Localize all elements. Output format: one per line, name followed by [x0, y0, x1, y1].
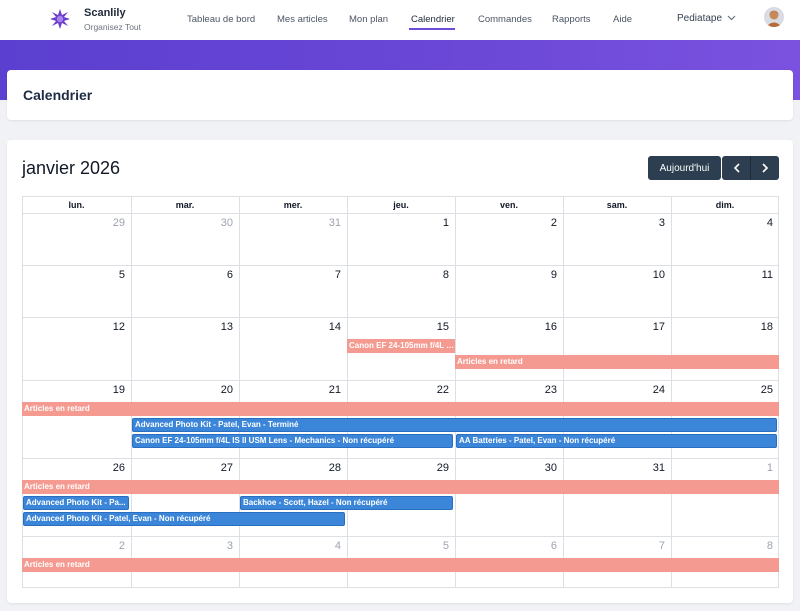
day-number[interactable]: 12: [95, 321, 125, 333]
weekday-header: sam.: [606, 199, 628, 210]
day-number[interactable]: 14: [311, 321, 341, 333]
day-number[interactable]: 1: [419, 217, 449, 229]
nav-calendar[interactable]: Calendrier: [411, 14, 455, 25]
chevron-down-icon: [727, 15, 736, 21]
day-number[interactable]: 16: [527, 321, 557, 333]
weekday-header: jeu.: [393, 199, 409, 210]
booking-event[interactable]: Backhoe - Scott, Hazel - Non récupéré: [240, 496, 453, 510]
day-number[interactable]: 8: [419, 269, 449, 281]
day-number[interactable]: 7: [635, 540, 665, 552]
booking-event[interactable]: Canon EF 24-105mm f/4L IS II USM Lens - …: [132, 434, 453, 448]
overdue-event[interactable]: Articles en retard: [22, 558, 779, 572]
day-number[interactable]: 27: [203, 462, 233, 474]
day-number[interactable]: 8: [743, 540, 773, 552]
nav-active-indicator: [409, 28, 455, 30]
day-number[interactable]: 10: [635, 269, 665, 281]
day-number[interactable]: 31: [635, 462, 665, 474]
overdue-event[interactable]: Canon EF 24-105mm f/4L IS II USM Lens - …: [347, 339, 455, 353]
nav-my-plan[interactable]: Mon plan: [349, 14, 388, 25]
day-number[interactable]: 17: [635, 321, 665, 333]
page-title: Calendrier: [23, 87, 93, 103]
brand-tagline: Organisez Tout: [84, 22, 142, 32]
top-navbar: Scanlily Organisez Tout Tableau de bord …: [0, 0, 800, 40]
day-number[interactable]: 21: [311, 384, 341, 396]
account-menu[interactable]: Pediatape: [677, 13, 736, 24]
day-number[interactable]: 6: [527, 540, 557, 552]
day-number[interactable]: 4: [311, 540, 341, 552]
day-number[interactable]: 5: [419, 540, 449, 552]
purple-burst-logo-icon[interactable]: [50, 9, 70, 29]
day-number[interactable]: 2: [95, 540, 125, 552]
booking-event[interactable]: Advanced Photo Kit - Patel, Evan - Termi…: [132, 418, 777, 432]
day-number[interactable]: 20: [203, 384, 233, 396]
overdue-event[interactable]: Articles en retard: [22, 480, 779, 494]
day-number[interactable]: 28: [311, 462, 341, 474]
day-number[interactable]: 23: [527, 384, 557, 396]
calendar-month-title: janvier 2026: [22, 158, 121, 178]
day-number[interactable]: 30: [203, 217, 233, 229]
nav-my-items[interactable]: Mes articles: [277, 14, 328, 25]
day-number[interactable]: 6: [203, 269, 233, 281]
today-button[interactable]: Aujourd'hui: [648, 156, 721, 180]
prev-month-button[interactable]: [722, 156, 751, 180]
day-number[interactable]: 13: [203, 321, 233, 333]
page-header-card: Calendrier: [7, 70, 793, 120]
day-number[interactable]: 5: [95, 269, 125, 281]
chevron-right-icon: [762, 163, 769, 173]
day-number[interactable]: 26: [95, 462, 125, 474]
avatar[interactable]: [764, 7, 784, 27]
nav-help[interactable]: Aide: [613, 14, 632, 25]
day-number[interactable]: 31: [311, 217, 341, 229]
day-number[interactable]: 4: [743, 217, 773, 229]
day-number[interactable]: 24: [635, 384, 665, 396]
day-number[interactable]: 9: [527, 269, 557, 281]
day-number[interactable]: 18: [743, 321, 773, 333]
chevron-left-icon: [733, 163, 740, 173]
booking-event[interactable]: AA Batteries - Patel, Evan - Non récupér…: [456, 434, 777, 448]
overdue-event[interactable]: Articles en retard: [455, 355, 779, 369]
weekday-header: ven.: [499, 199, 518, 210]
booking-event[interactable]: Advanced Photo Kit - Pa...: [23, 496, 129, 510]
day-number[interactable]: 7: [311, 269, 341, 281]
day-number[interactable]: 29: [419, 462, 449, 474]
weekday-header: mer.: [283, 199, 303, 210]
overdue-event[interactable]: Articles en retard: [22, 402, 779, 416]
next-month-button[interactable]: [750, 156, 779, 180]
brand-name[interactable]: Scanlily: [84, 7, 126, 19]
weekday-header: dim.: [715, 199, 735, 210]
day-number[interactable]: 11: [743, 269, 773, 281]
nav-dashboard[interactable]: Tableau de bord: [187, 14, 255, 25]
day-number[interactable]: 30: [527, 462, 557, 474]
day-number[interactable]: 3: [635, 217, 665, 229]
day-number[interactable]: 22: [419, 384, 449, 396]
day-number[interactable]: 2: [527, 217, 557, 229]
day-number[interactable]: 19: [95, 384, 125, 396]
nav-orders[interactable]: Commandes: [478, 14, 532, 25]
nav-reports[interactable]: Rapports: [552, 14, 591, 25]
booking-event[interactable]: Advanced Photo Kit - Patel, Evan - Non r…: [23, 512, 345, 526]
day-number[interactable]: 29: [95, 217, 125, 229]
day-number[interactable]: 3: [203, 540, 233, 552]
day-number[interactable]: 25: [743, 384, 773, 396]
day-number[interactable]: 15: [419, 321, 449, 333]
day-number[interactable]: 1: [743, 462, 773, 474]
weekday-header: mar.: [175, 199, 195, 210]
weekday-header: lun.: [68, 199, 85, 210]
account-name: Pediatape: [677, 13, 723, 24]
